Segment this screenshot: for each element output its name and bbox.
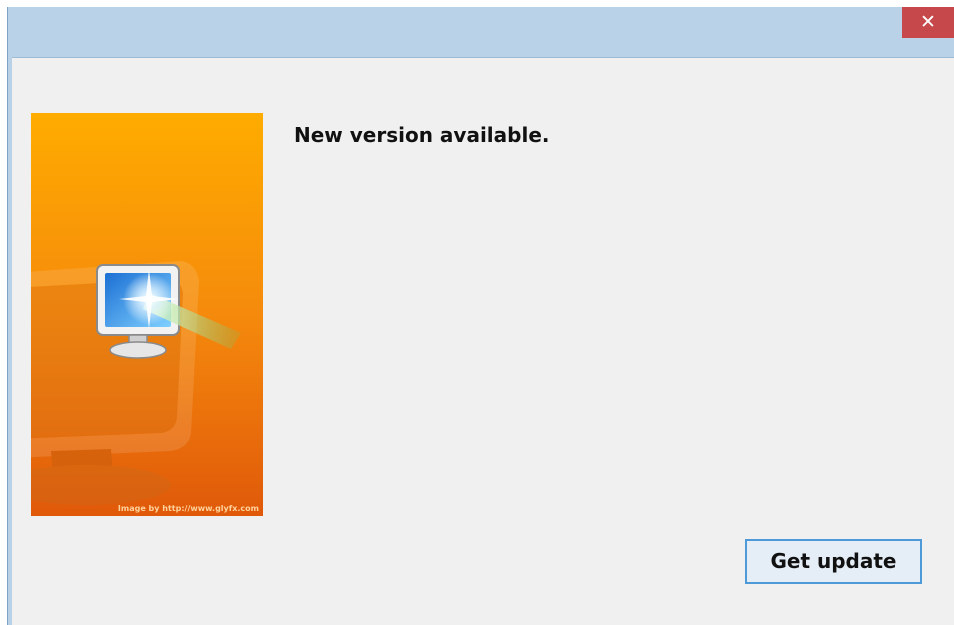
title-bar[interactable]: ✕ — [8, 7, 954, 57]
close-button[interactable]: ✕ — [902, 7, 954, 38]
update-dialog-window: ✕ Image by http://www.glyfx.com New vers… — [7, 7, 954, 625]
dialog-client-area: Image by http://www.glyfx.com New versio… — [12, 57, 954, 625]
dialog-heading: New version available. — [294, 123, 550, 147]
get-update-button[interactable]: Get update — [745, 539, 922, 584]
close-icon: ✕ — [920, 11, 936, 33]
update-banner-image: Image by http://www.glyfx.com — [31, 113, 263, 516]
banner-credit-text: Image by http://www.glyfx.com — [118, 504, 259, 513]
